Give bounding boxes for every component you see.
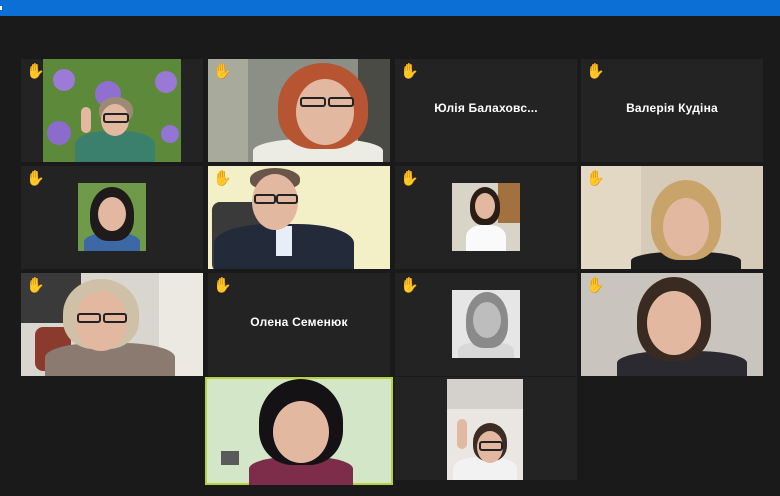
participant-video	[21, 59, 203, 162]
raised-hand-icon: ✋	[400, 170, 419, 187]
participant-tile[interactable]: ✋	[21, 59, 203, 162]
participant-tile[interactable]: ✋	[581, 166, 763, 269]
participant-tile[interactable]: ✋	[208, 59, 390, 162]
raised-hand-icon: ✋	[213, 277, 232, 294]
window-title-bar	[0, 0, 780, 16]
participant-video	[207, 379, 391, 485]
participant-video	[21, 273, 203, 376]
participant-video	[452, 290, 520, 358]
participant-tile[interactable]: ✋	[208, 166, 390, 269]
participant-video	[452, 183, 520, 251]
participant-video	[581, 273, 763, 376]
raised-hand-icon: ✋	[586, 277, 605, 294]
participant-name: Юлія Балаховс...	[434, 101, 538, 115]
participant-tile[interactable]: ✋ Валерія Кудіна	[581, 59, 763, 162]
participant-tile-active-speaker[interactable]	[205, 377, 393, 485]
participant-name: Валерія Кудіна	[626, 101, 718, 115]
participant-video	[208, 166, 390, 269]
participant-name: Олена Семенюк	[250, 315, 348, 329]
raised-hand-icon: ✋	[400, 63, 419, 80]
participant-tile[interactable]: ✋	[21, 273, 203, 376]
raised-hand-icon: ✋	[400, 277, 419, 294]
participant-tile[interactable]: ✋ Юлія Балаховс...	[395, 59, 577, 162]
participant-tile[interactable]: ✋ Олена Семенюк	[208, 273, 390, 376]
participant-tile[interactable]: ✋	[21, 166, 203, 269]
participant-video	[581, 166, 763, 269]
raised-hand-icon: ✋	[213, 170, 232, 187]
participant-video	[208, 59, 390, 162]
raised-hand-icon: ✋	[26, 277, 45, 294]
raised-hand-icon: ✋	[586, 170, 605, 187]
participant-video	[447, 379, 523, 480]
participant-tile[interactable]: ✋	[581, 273, 763, 376]
raised-hand-icon: ✋	[26, 63, 45, 80]
participant-tile[interactable]: ✋	[395, 273, 577, 376]
participant-tile[interactable]	[395, 377, 577, 480]
raised-hand-icon: ✋	[213, 63, 232, 80]
participant-video	[78, 183, 146, 251]
participant-tile[interactable]: ✋	[395, 166, 577, 269]
raised-hand-icon: ✋	[586, 63, 605, 80]
title-bar-marker	[0, 6, 2, 10]
raised-hand-icon: ✋	[26, 170, 45, 187]
